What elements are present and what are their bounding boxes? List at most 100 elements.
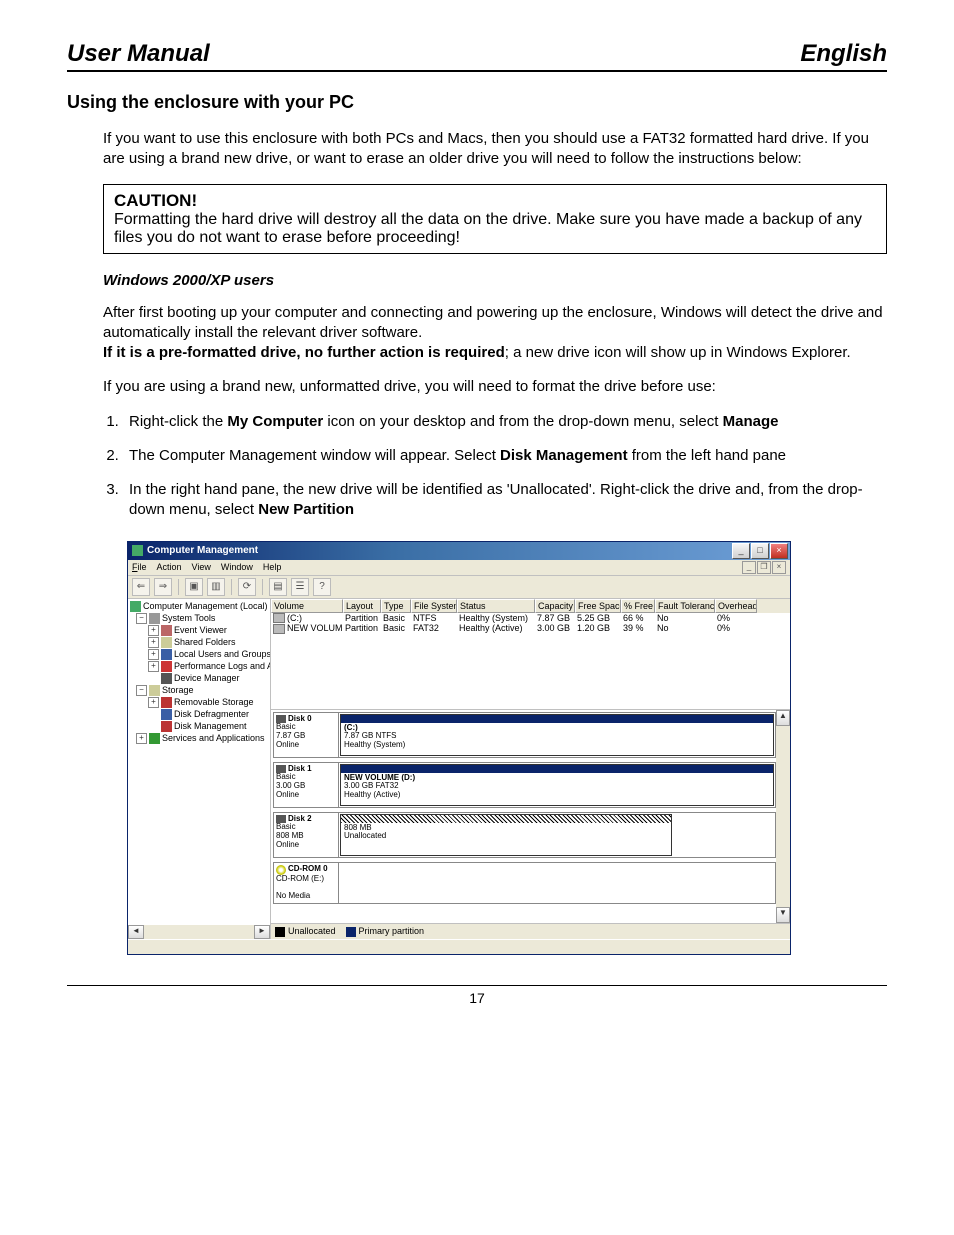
volume-row[interactable]: (C:) Partition Basic NTFS Healthy (Syste… xyxy=(271,613,790,624)
up-button[interactable]: ▣ xyxy=(185,578,203,596)
minimize-button[interactable]: _ xyxy=(732,543,750,559)
event-viewer-icon xyxy=(161,625,172,636)
titlebar[interactable]: Computer Management _ □ × xyxy=(128,542,790,560)
expand-icon[interactable]: − xyxy=(136,613,147,624)
disk-management-window: Computer Management _ □ × File Action Vi… xyxy=(127,541,791,955)
device-manager-icon xyxy=(161,673,172,684)
menu-window[interactable]: Window xyxy=(221,562,253,572)
cdrom-icon xyxy=(276,865,286,875)
help-button[interactable]: ? xyxy=(313,578,331,596)
col-volume[interactable]: Volume xyxy=(271,599,343,613)
back-button[interactable]: ⇐ xyxy=(132,578,150,596)
subheading: Windows 2000/XP users xyxy=(103,272,887,289)
tree-dd[interactable]: Disk Defragmenter xyxy=(174,709,249,719)
menubar: File Action View Window Help _ ❐ × xyxy=(128,560,790,576)
disk-info: CD-ROM 0 CD-ROM (E:) No Media xyxy=(274,863,339,903)
header-right: English xyxy=(800,40,887,68)
refresh-button[interactable]: ⟳ xyxy=(238,578,256,596)
disk-row[interactable]: CD-ROM 0 CD-ROM (E:) No Media xyxy=(273,862,776,904)
col-pct[interactable]: % Free xyxy=(621,599,655,613)
column-headers[interactable]: Volume Layout Type File System Status Ca… xyxy=(271,599,790,613)
removable-icon xyxy=(161,697,172,708)
expand-icon[interactable]: − xyxy=(136,685,147,696)
forward-button[interactable]: ⇒ xyxy=(154,578,172,596)
caution-title: CAUTION! xyxy=(114,191,876,211)
expand-icon[interactable]: + xyxy=(136,733,147,744)
tree-systools[interactable]: System Tools xyxy=(162,613,215,623)
export-button[interactable]: ▤ xyxy=(269,578,287,596)
col-layout[interactable]: Layout xyxy=(343,599,381,613)
volume-box[interactable]: NEW VOLUME (D:) 3.00 GB FAT32 Healthy (A… xyxy=(340,764,774,806)
tree-ev[interactable]: Event Viewer xyxy=(174,625,227,635)
col-ov[interactable]: Overhead xyxy=(715,599,757,613)
tree-lu[interactable]: Local Users and Groups xyxy=(174,649,271,659)
volume-box-unallocated[interactable]: 808 MB Unallocated xyxy=(340,814,672,856)
mdi-restore-button[interactable]: ❐ xyxy=(757,561,771,574)
col-ft[interactable]: Fault Tolerance xyxy=(655,599,715,613)
expand-icon[interactable]: + xyxy=(148,625,159,636)
mdi-minimize-button[interactable]: _ xyxy=(742,561,756,574)
steps-list: Right-click the My Computer icon on your… xyxy=(103,412,887,521)
maximize-button[interactable]: □ xyxy=(751,543,769,559)
close-button[interactable]: × xyxy=(770,543,788,559)
shared-folders-icon xyxy=(161,637,172,648)
expand-icon[interactable]: + xyxy=(148,697,159,708)
tree-pane[interactable]: Computer Management (Local) − System Tool… xyxy=(128,599,271,939)
tree-dm[interactable]: Device Manager xyxy=(174,673,240,683)
perf-logs-icon xyxy=(161,661,172,672)
menu-file[interactable]: File xyxy=(132,562,147,572)
swatch-unallocated xyxy=(275,927,285,937)
disk-row[interactable]: Disk 0 Basic 7.87 GB Online (C:) 7.87 GB… xyxy=(273,712,776,758)
step-2: The Computer Management window will appe… xyxy=(123,446,887,466)
disk-info: Disk 2 Basic 808 MB Online xyxy=(274,813,339,857)
volume-list[interactable]: Volume Layout Type File System Status Ca… xyxy=(271,599,790,710)
page-header: User Manual English xyxy=(67,40,887,72)
tree-sf[interactable]: Shared Folders xyxy=(174,637,236,647)
col-capacity[interactable]: Capacity xyxy=(535,599,575,613)
section-title: Using the enclosure with your PC xyxy=(67,92,887,113)
scroll-right-button[interactable]: ► xyxy=(254,925,270,939)
tree-root[interactable]: Computer Management (Local) xyxy=(143,601,268,611)
page-footer: 17 xyxy=(67,985,887,1006)
menu-view[interactable]: View xyxy=(192,562,211,572)
vertical-scrollbar[interactable]: ▲ ▼ xyxy=(776,710,790,923)
settings-button[interactable]: ☰ xyxy=(291,578,309,596)
services-icon xyxy=(149,733,160,744)
disk-mgmt-icon xyxy=(161,721,172,732)
disk-row[interactable]: Disk 1 Basic 3.00 GB Online NEW VOLUME (… xyxy=(273,762,776,808)
expand-icon[interactable]: + xyxy=(148,661,159,672)
menu-action[interactable]: Action xyxy=(157,562,182,572)
caution-body: Formatting the hard drive will destroy a… xyxy=(114,211,876,247)
scroll-down-button[interactable]: ▼ xyxy=(776,907,790,923)
tree-dmg[interactable]: Disk Management xyxy=(174,721,247,731)
step-3: In the right hand pane, the new drive wi… xyxy=(123,480,887,521)
col-status[interactable]: Status xyxy=(457,599,535,613)
tree-storage[interactable]: Storage xyxy=(162,685,194,695)
legend: Unallocated Primary partition xyxy=(271,923,790,939)
properties-button[interactable]: ▥ xyxy=(207,578,225,596)
scroll-up-button[interactable]: ▲ xyxy=(776,710,790,726)
volume-box[interactable]: (C:) 7.87 GB NTFS Healthy (System) xyxy=(340,714,774,756)
users-icon xyxy=(161,649,172,660)
storage-icon xyxy=(149,685,160,696)
statusbar xyxy=(128,939,790,954)
expand-icon[interactable]: + xyxy=(148,649,159,660)
swatch-primary xyxy=(346,927,356,937)
app-icon xyxy=(132,545,143,556)
tree-rs[interactable]: Removable Storage xyxy=(174,697,254,707)
scroll-left-button[interactable]: ◄ xyxy=(128,925,144,939)
volume-icon xyxy=(273,624,285,634)
expand-icon[interactable]: + xyxy=(148,637,159,648)
tree-sa[interactable]: Services and Applications xyxy=(162,733,265,743)
col-fs[interactable]: File System xyxy=(411,599,457,613)
disk-row[interactable]: Disk 2 Basic 808 MB Online 808 MB Unallo… xyxy=(273,812,776,858)
tree-pl[interactable]: Performance Logs and Alerts xyxy=(174,661,271,671)
horizontal-scrollbar[interactable]: ◄ ► xyxy=(128,925,270,939)
mdi-close-button[interactable]: × xyxy=(772,561,786,574)
menu-help[interactable]: Help xyxy=(263,562,282,572)
col-type[interactable]: Type xyxy=(381,599,411,613)
volume-header-bar xyxy=(341,715,773,723)
disk-panel[interactable]: ▲ ▼ Disk 0 Basic 7.87 GB Online xyxy=(271,710,790,923)
col-free[interactable]: Free Space xyxy=(575,599,621,613)
volume-row[interactable]: NEW VOLUME (D:) Partition Basic FAT32 He… xyxy=(271,623,790,634)
